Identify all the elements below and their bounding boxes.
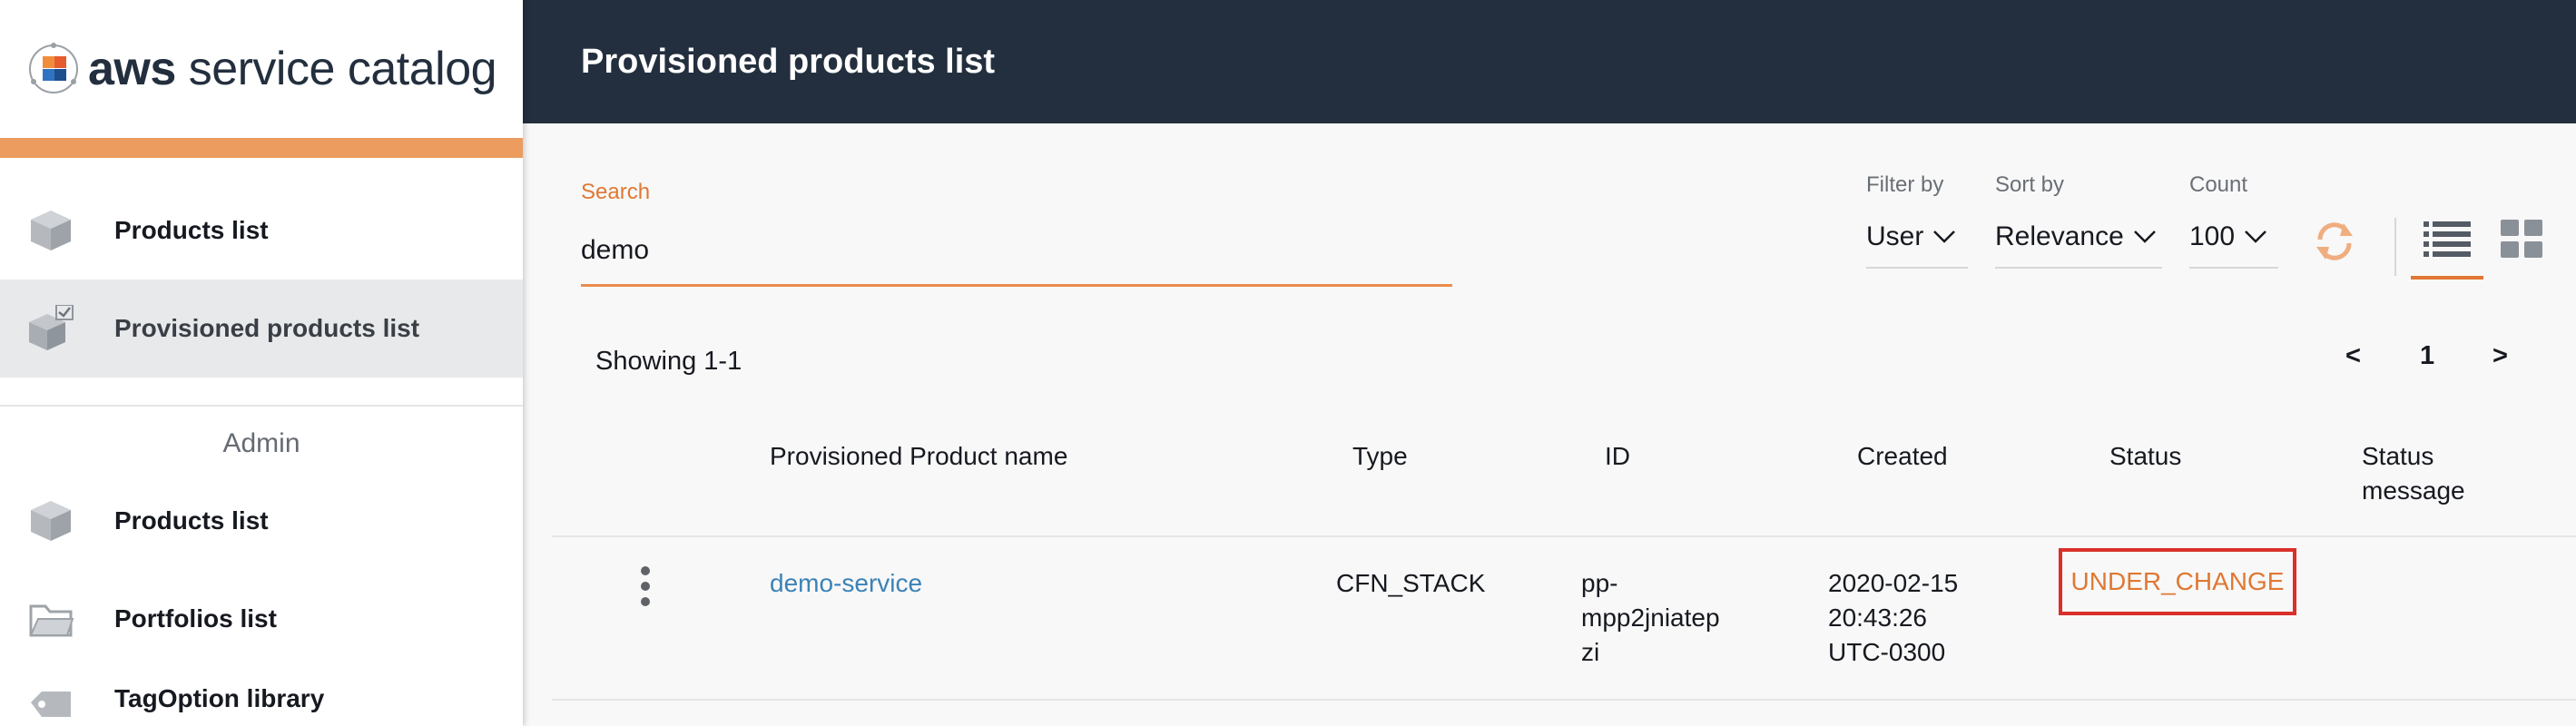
chevron-down-icon [2133,231,2156,243]
count-select[interactable]: 100 [2189,221,2278,269]
page-title: Provisioned products list [581,42,996,81]
sidebar: aws service catalog Products list Provis… [0,0,523,726]
product-id: pp- mpp2jniatep zi [1581,566,1720,670]
chevron-down-icon [2245,231,2266,243]
grid-view-button[interactable] [2494,212,2549,267]
sidebar-item-label: Provisioned products list [114,314,420,342]
column-header-name[interactable]: Provisioned Product name [770,439,1067,474]
table-row-divider [552,699,2576,701]
product-id-line2: mpp2jniatep [1581,603,1720,632]
sidebar-item-label: TagOption library [114,684,325,712]
column-header-status-message-line1: Status [2362,442,2434,470]
grid-view-icon [2501,220,2542,258]
pagination-next-button[interactable]: > [2492,341,2508,371]
sidebar-section-admin: Admin [222,428,300,458]
sort-by-select[interactable]: Relevance [1995,221,2162,269]
product-created-time: 20:43:26 [1828,603,1927,632]
sidebar-item-provisioned-products-list[interactable]: Provisioned products list [0,280,523,378]
product-name-link[interactable]: demo-service [770,566,922,601]
filter-by-select[interactable]: User [1866,221,1968,269]
row-actions-menu-icon[interactable] [635,566,655,606]
service-catalog-logo-icon [28,43,78,93]
status-badge: UNDER_CHANGE [2059,548,2296,615]
refresh-icon[interactable] [2313,220,2356,263]
sidebar-divider [0,405,523,407]
tag-icon [31,692,71,717]
column-header-status-message-line2: message [2362,476,2465,505]
filter-by-value: User [1866,221,1924,251]
column-header-created[interactable]: Created [1857,439,1948,474]
sidebar-item-admin-products-list[interactable]: Products list [0,472,523,570]
sidebar-item-portfolios-list[interactable]: Portfolios list [0,570,523,668]
product-type: CFN_STACK [1336,569,1486,597]
sort-by-dropdown[interactable]: Sort by Relevance [1995,172,2162,269]
column-header-id[interactable]: ID [1605,439,1630,474]
pagination-prev-button[interactable]: < [2345,341,2361,371]
sort-by-value: Relevance [1995,221,2124,251]
product-id-line1: pp- [1581,569,1618,597]
box-icon [31,211,71,250]
toolbar-divider [2394,218,2396,276]
results-count: Showing 1-1 [595,347,742,376]
box-icon [31,501,71,541]
count-dropdown[interactable]: Count 100 [2189,172,2278,269]
product-created-zone: UTC-0300 [1828,638,1946,666]
product-created-date: 2020-02-15 [1828,569,1959,597]
sidebar-item-products-list[interactable]: Products list [0,182,523,280]
column-header-type[interactable]: Type [1352,439,1408,474]
sort-by-label: Sort by [1995,172,2065,197]
search-label: Search [581,180,651,204]
brand-name: aws service catalog [87,43,497,95]
list-view-button[interactable] [2411,212,2483,280]
product-id-line3: zi [1581,638,1600,666]
column-header-status-message[interactable]: Status message [2362,439,2465,508]
column-header-status[interactable]: Status [2109,439,2181,474]
list-view-icon [2424,221,2471,257]
sidebar-item-label: Portfolios list [114,604,277,633]
count-label: Count [2189,172,2248,197]
product-created: 2020-02-15 20:43:26 UTC-0300 [1828,566,1958,670]
sidebar-item-label: Products list [114,216,269,244]
provisioned-box-icon [29,305,74,350]
filter-by-label: Filter by [1866,172,1944,197]
filter-by-dropdown[interactable]: Filter by User [1866,172,1968,269]
page-header: Provisioned products list [523,0,2576,123]
sidebar-item-label: Products list [114,506,269,535]
search-input[interactable] [581,229,1452,287]
brand-accent-bar [0,138,523,158]
count-value: 100 [2189,221,2236,251]
chevron-down-icon [1933,231,1956,243]
sidebar-item-tagoption-library[interactable]: TagOption library [0,668,523,726]
folder-icon [29,604,74,637]
pagination-current-page[interactable]: 1 [2420,341,2434,371]
brand[interactable]: aws service catalog [0,0,523,138]
table-header-divider [552,535,2576,537]
